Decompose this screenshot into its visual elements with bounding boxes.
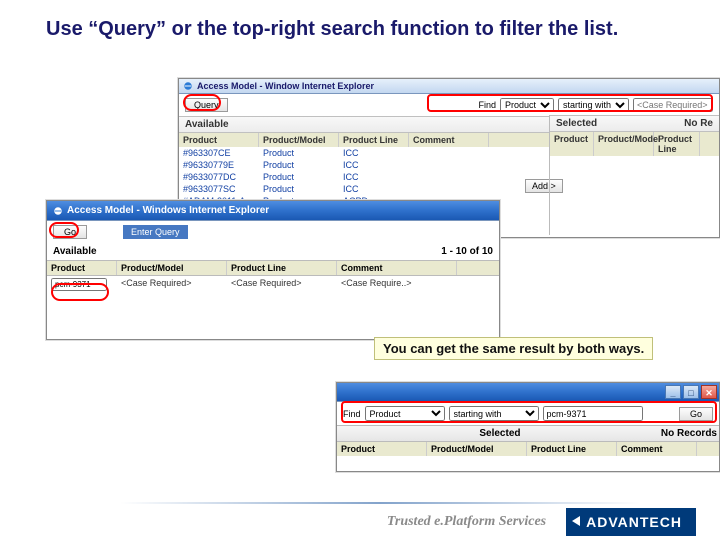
case-required-text: <Case Required> bbox=[117, 276, 227, 293]
find-label: Find bbox=[343, 409, 361, 419]
col-comment[interactable]: Comment bbox=[617, 442, 697, 456]
col-product-model[interactable]: Product/Model bbox=[594, 132, 654, 156]
available-header: Available bbox=[53, 246, 97, 257]
slide-title: Use “Query” or the top-right search func… bbox=[0, 0, 720, 41]
footer: Trusted e.Platform Services ADVANTECH bbox=[0, 508, 720, 536]
window-titlebar: _ □ ✕ bbox=[337, 383, 719, 402]
case-required-text: <Case Required> bbox=[227, 276, 337, 293]
enter-query-label: Enter Query bbox=[123, 225, 188, 239]
no-records-text: No Records bbox=[661, 428, 717, 439]
col-product-model[interactable]: Product/Model bbox=[427, 442, 527, 456]
selected-columns: Product Product/Model Product Line bbox=[550, 132, 719, 156]
window-titlebar: Access Model - Windows Internet Explorer bbox=[47, 201, 499, 221]
col-comment[interactable]: Comment bbox=[337, 261, 457, 275]
advantech-logo: ADVANTECH bbox=[566, 508, 696, 536]
query-columns: Product Product/Model Product Line Comme… bbox=[47, 261, 499, 276]
col-product-line[interactable]: Product Line bbox=[339, 133, 409, 147]
col-comment[interactable]: Comment bbox=[409, 133, 489, 147]
go-button[interactable]: Go bbox=[679, 407, 713, 421]
panel-enter-query: Access Model - Windows Internet Explorer… bbox=[46, 200, 500, 340]
find-operator-select[interactable]: starting with bbox=[449, 406, 539, 421]
col-product[interactable]: Product bbox=[47, 261, 117, 275]
find-value-input[interactable] bbox=[543, 406, 643, 421]
available-header: Available bbox=[185, 119, 229, 130]
window-title-text: Access Model - Windows Internet Explorer bbox=[67, 205, 269, 216]
go-button[interactable]: Go bbox=[53, 225, 87, 239]
window-titlebar: Access Model - Window Internet Explorer bbox=[179, 79, 719, 94]
selected-page-info: No Re bbox=[684, 118, 713, 129]
ie-icon bbox=[53, 206, 63, 216]
window-title-text: Access Model - Window Internet Explorer bbox=[197, 81, 374, 91]
panel-find-bottom: _ □ ✕ Find Product starting with Go Sele… bbox=[336, 382, 720, 472]
col-product-model[interactable]: Product/Model bbox=[259, 133, 339, 147]
find-value-input[interactable] bbox=[633, 98, 713, 112]
callout-note: You can get the same result by both ways… bbox=[374, 337, 653, 360]
selected-header: Selected bbox=[339, 428, 661, 439]
col-product[interactable]: Product bbox=[337, 442, 427, 456]
minimize-button[interactable]: _ bbox=[665, 385, 681, 399]
query-button[interactable]: Query bbox=[185, 98, 228, 112]
find-operator-select[interactable]: starting with bbox=[558, 98, 629, 112]
col-product-line[interactable]: Product Line bbox=[227, 261, 337, 275]
find-label: Find bbox=[478, 100, 496, 110]
col-product[interactable]: Product bbox=[550, 132, 594, 156]
ie-icon bbox=[183, 81, 193, 91]
tagline-text: Trusted e.Platform Services bbox=[387, 514, 546, 530]
close-button[interactable]: ✕ bbox=[701, 385, 717, 399]
case-required-text: <Case Require..> bbox=[337, 276, 457, 293]
col-product-model[interactable]: Product/Model bbox=[117, 261, 227, 275]
product-query-input[interactable] bbox=[51, 278, 107, 291]
footer-divider bbox=[120, 502, 640, 504]
col-product-line[interactable]: Product Line bbox=[527, 442, 617, 456]
selected-header: Selected bbox=[556, 118, 597, 129]
maximize-button[interactable]: □ bbox=[683, 385, 699, 399]
col-product-line[interactable]: Product Line bbox=[654, 132, 700, 156]
find-field-select[interactable]: Product bbox=[500, 98, 554, 112]
selected-columns: Product Product/Model Product Line Comme… bbox=[337, 442, 719, 456]
col-product[interactable]: Product bbox=[179, 133, 259, 147]
query-row: <Case Required> <Case Required> <Case Re… bbox=[47, 276, 499, 293]
find-field-select[interactable]: Product bbox=[365, 406, 445, 421]
page-info: 1 - 10 of 10 bbox=[441, 246, 493, 257]
